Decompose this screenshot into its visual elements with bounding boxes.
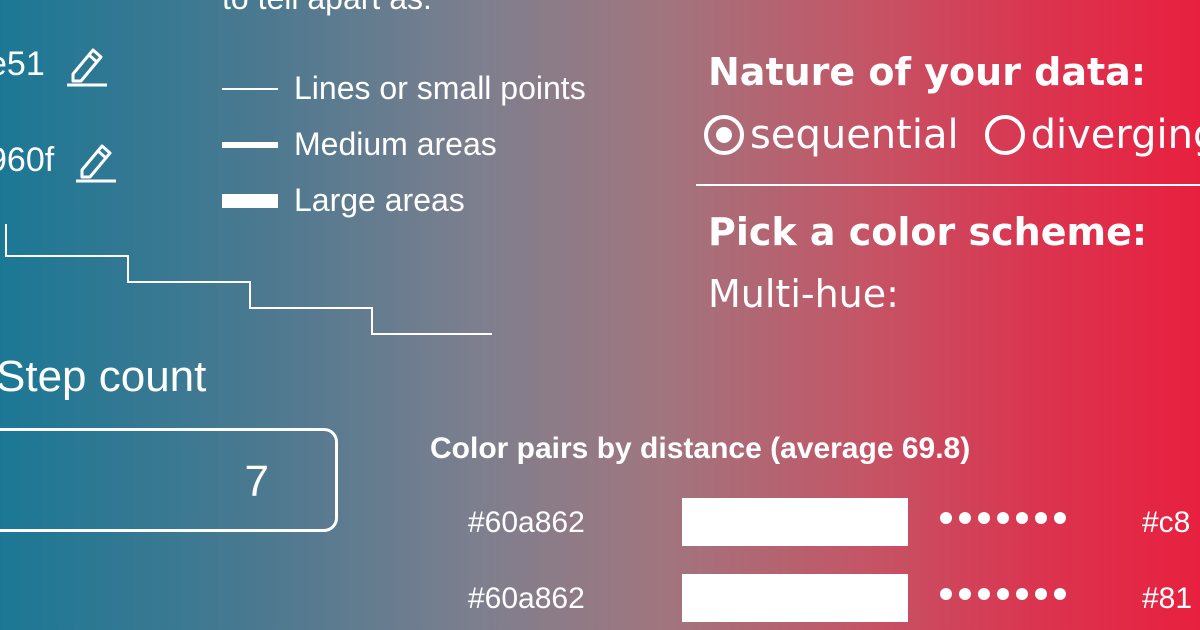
legend-label: Large areas xyxy=(294,182,465,218)
pair-left-hex: #60a862 xyxy=(468,582,585,615)
legend-label: Medium areas xyxy=(294,126,497,162)
legend-item-medium: Medium areas xyxy=(222,126,497,163)
nature-options: sequential diverging xyxy=(704,112,1200,158)
palette-hex-value: 960f xyxy=(0,141,55,179)
radio-label-sequential[interactable]: sequential xyxy=(750,112,959,158)
color-pairs-title: Color pairs by distance (average 69.8) xyxy=(430,432,971,465)
nature-heading: Nature of your data: xyxy=(708,50,1147,94)
pair-distance-bar xyxy=(682,498,908,546)
palette-entry: 960f xyxy=(0,136,120,184)
pair-distance-bar xyxy=(682,574,908,622)
step-staircase xyxy=(5,224,492,335)
pair-dots xyxy=(940,588,1066,600)
legend-label: Lines or small points xyxy=(294,70,586,106)
palette-hex-value: e51 xyxy=(0,45,45,83)
pencil-icon[interactable] xyxy=(63,40,111,88)
multi-hue-label: Multi-hue: xyxy=(708,272,899,316)
radio-label-diverging[interactable]: diverging xyxy=(1031,112,1200,158)
intro-text: to tell apart as: xyxy=(222,0,432,17)
legend-item-lines: Lines or small points xyxy=(222,70,586,107)
medium-swatch xyxy=(222,141,278,148)
radio-sequential[interactable] xyxy=(704,115,744,155)
section-divider xyxy=(696,184,1200,186)
radio-diverging[interactable] xyxy=(984,115,1025,155)
legend-item-large: Large areas xyxy=(222,182,465,219)
step-count-label: Step count xyxy=(0,352,207,401)
scheme-heading: Pick a color scheme: xyxy=(708,210,1148,254)
palette-entry: e51 xyxy=(0,40,111,88)
pair-dots xyxy=(940,512,1066,524)
large-swatch xyxy=(222,193,278,208)
color-pair-row: #60a862 #c8 xyxy=(0,498,1200,554)
line-swatch xyxy=(222,87,278,90)
pair-right-hex: #c8 xyxy=(1142,506,1191,539)
pair-left-hex: #60a862 xyxy=(468,506,585,539)
pencil-icon[interactable] xyxy=(72,136,120,184)
color-pair-row: #60a862 #81 xyxy=(0,574,1200,630)
pair-right-hex: #81 xyxy=(1142,582,1193,615)
